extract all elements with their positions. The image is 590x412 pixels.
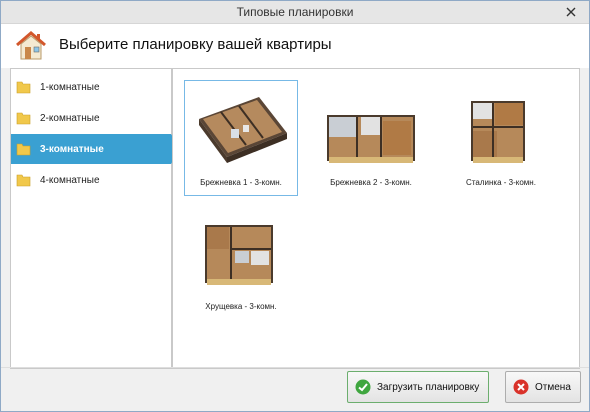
sidebar-item-label: 2-комнатные [40, 112, 100, 124]
plan-gallery: Брежневка 1 - 3-комн. Брежневка 2 - 3-ко… [172, 68, 580, 369]
plan-tile-khrushchevka[interactable]: Хрущевка - 3-комн. [184, 204, 298, 320]
folder-icon [16, 143, 31, 156]
plan-caption: Брежневка 1 - 3-комн. [200, 178, 282, 187]
sidebar-item-label: 3-комнатные [40, 143, 104, 155]
folder-icon [16, 174, 31, 187]
plan-caption: Сталинка - 3-комн. [466, 178, 536, 187]
load-plan-label: Загрузить планировку [377, 381, 480, 393]
close-button[interactable] [561, 2, 581, 21]
plan-caption: Хрущевка - 3-комн. [205, 302, 277, 311]
folder-icon [16, 81, 31, 94]
sidebar-item-1-rooms[interactable]: 1-комнатные [11, 72, 171, 102]
floor-plan-thumbnail [205, 225, 273, 285]
header-title: Выберите планировку вашей квартиры [59, 36, 332, 53]
sidebar-item-3-rooms[interactable]: 3-комнатные [11, 134, 181, 164]
title-bar: Типовые планировки [1, 1, 589, 24]
load-plan-button[interactable]: Загрузить планировку [347, 371, 489, 403]
floor-plan-thumbnail [199, 97, 287, 163]
cancel-button[interactable]: Отмена [505, 371, 581, 403]
footer-divider [1, 367, 589, 368]
plan-tile-brezhnevka-2[interactable]: Брежневка 2 - 3-комн. [314, 80, 428, 196]
floor-plan-thumbnail [327, 115, 415, 163]
sidebar-item-label: 1-комнатные [40, 81, 100, 93]
sidebar-item-2-rooms[interactable]: 2-комнатные [11, 103, 171, 133]
sidebar-item-label: 4-комнатные [40, 174, 100, 186]
folder-icon [16, 112, 31, 125]
sidebar-item-4-rooms[interactable]: 4-комнатные [11, 165, 171, 195]
close-icon [566, 7, 576, 16]
house-icon [16, 31, 46, 60]
dialog-header: Выберите планировку вашей квартиры [1, 24, 589, 68]
category-sidebar: 1-комнатные 2-комнатные 3-комнатные 4-ко… [10, 68, 181, 369]
plan-tile-stalinka[interactable]: Сталинка - 3-комн. [444, 80, 558, 196]
plan-caption: Брежневка 2 - 3-комн. [330, 178, 412, 187]
floor-plan-thumbnail [471, 101, 525, 163]
cancel-icon [513, 379, 529, 395]
cancel-label: Отмена [535, 381, 571, 393]
window-title: Типовые планировки [236, 5, 354, 19]
checkmark-icon [355, 379, 371, 395]
dialog-window: Типовые планировки Выберите планировку в… [0, 0, 590, 412]
plan-tile-brezhnevka-1[interactable]: Брежневка 1 - 3-комн. [184, 80, 298, 196]
